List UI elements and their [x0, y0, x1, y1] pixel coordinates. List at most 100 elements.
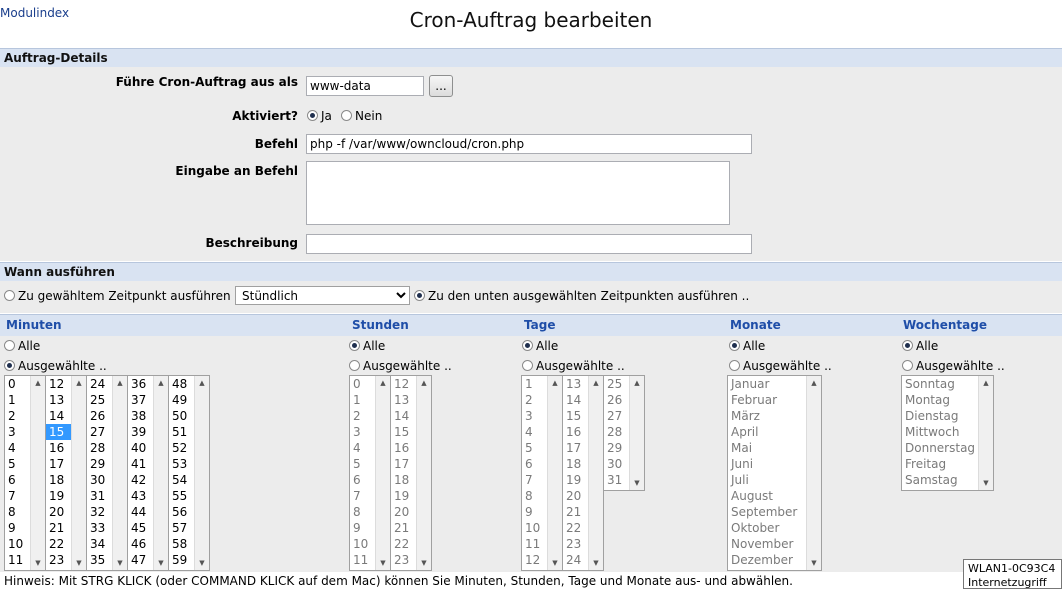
minutes-option[interactable]: 9 [5, 520, 30, 536]
days-option[interactable]: 22 [563, 520, 588, 536]
minutes-scrollbar[interactable]: ▲ ▼ [112, 376, 127, 570]
hours-option[interactable]: 14 [391, 408, 416, 424]
minutes-option[interactable]: 28 [87, 440, 112, 456]
weekdays-option[interactable]: Montag [902, 392, 978, 408]
minutes-option[interactable]: 31 [87, 488, 112, 504]
scroll-down-arrow-icon[interactable]: ▼ [154, 556, 168, 570]
minutes-option[interactable]: 3 [5, 424, 30, 440]
days-option[interactable]: 8 [522, 488, 547, 504]
minutes-option[interactable]: 33 [87, 520, 112, 536]
months-option[interactable]: April [728, 424, 806, 440]
minutes-option[interactable]: 21 [46, 520, 71, 536]
hours-selected-option[interactable]: Ausgewählte .. [349, 359, 452, 373]
hours-all-option[interactable]: Alle [349, 339, 385, 353]
days-option[interactable]: 4 [522, 424, 547, 440]
minutes-option[interactable]: 58 [169, 536, 194, 552]
minutes-option[interactable]: 14 [46, 408, 71, 424]
minutes-option[interactable]: 2 [5, 408, 30, 424]
hours-option[interactable]: 23 [391, 552, 416, 568]
minutes-option[interactable]: 34 [87, 536, 112, 552]
scroll-up-arrow-icon[interactable]: ▲ [807, 376, 821, 390]
scroll-down-arrow-icon[interactable]: ▼ [113, 556, 127, 570]
minutes-option[interactable]: 36 [128, 376, 153, 392]
selected-times-option[interactable]: Zu den unten ausgewählten Zeitpunkten au… [414, 289, 749, 303]
hours-selected-radio[interactable] [349, 360, 360, 371]
days-option[interactable]: 20 [563, 488, 588, 504]
weekdays-all-radio[interactable] [902, 340, 913, 351]
minutes-option[interactable]: 22 [46, 536, 71, 552]
scroll-up-arrow-icon[interactable]: ▲ [31, 376, 45, 390]
minutes-option[interactable]: 32 [87, 504, 112, 520]
days-scrollbar[interactable]: ▲ ▼ [547, 376, 562, 570]
days-listbox-1[interactable]: 1 2 3 4 5 6 7 8 9 10 11 12 ▲ ▼ [521, 375, 563, 571]
minutes-option[interactable]: 12 [46, 376, 71, 392]
minutes-option[interactable]: 11 [5, 552, 30, 568]
days-option[interactable]: 7 [522, 472, 547, 488]
minutes-option[interactable]: 24 [87, 376, 112, 392]
hours-option[interactable]: 3 [350, 424, 375, 440]
weekdays-option[interactable]: Freitag [902, 456, 978, 472]
active-yes-radio[interactable] [307, 110, 318, 121]
scroll-down-arrow-icon[interactable]: ▼ [72, 556, 86, 570]
minutes-listbox-4[interactable]: 36 37 38 39 40 41 42 43 44 45 46 47 ▲ ▼ [127, 375, 169, 571]
hours-option[interactable]: 15 [391, 424, 416, 440]
minutes-listbox-3[interactable]: 24 25 26 27 28 29 30 31 32 33 34 35 ▲ ▼ [86, 375, 128, 571]
days-selected-option[interactable]: Ausgewählte .. [522, 359, 625, 373]
scroll-up-arrow-icon[interactable]: ▲ [376, 376, 390, 390]
minutes-option[interactable]: 38 [128, 408, 153, 424]
active-no-radio[interactable] [341, 110, 352, 121]
selected-times-radio[interactable] [414, 290, 425, 301]
minutes-option[interactable]: 57 [169, 520, 194, 536]
scroll-down-arrow-icon[interactable]: ▼ [376, 556, 390, 570]
months-option[interactable]: Juni [728, 456, 806, 472]
minutes-option[interactable]: 8 [5, 504, 30, 520]
days-option[interactable]: 6 [522, 456, 547, 472]
days-option[interactable]: 11 [522, 536, 547, 552]
days-option[interactable]: 9 [522, 504, 547, 520]
minutes-option[interactable]: 49 [169, 392, 194, 408]
months-all-option[interactable]: Alle [729, 339, 765, 353]
days-all-option[interactable]: Alle [522, 339, 558, 353]
minutes-option[interactable]: 26 [87, 408, 112, 424]
days-option[interactable]: 16 [563, 424, 588, 440]
days-option[interactable]: 19 [563, 472, 588, 488]
days-option[interactable]: 31 [604, 472, 629, 488]
weekdays-option[interactable]: Samstag [902, 472, 978, 488]
scroll-down-arrow-icon[interactable]: ▼ [548, 556, 562, 570]
hours-option[interactable]: 16 [391, 440, 416, 456]
minutes-scrollbar[interactable]: ▲ ▼ [194, 376, 209, 570]
weekdays-selected-option[interactable]: Ausgewählte .. [902, 359, 1005, 373]
minutes-selected-option[interactable]: Ausgewählte .. [4, 359, 107, 373]
months-option[interactable]: Dezember [728, 552, 806, 568]
minutes-option[interactable]: 20 [46, 504, 71, 520]
hours-option[interactable]: 20 [391, 504, 416, 520]
command-input[interactable] [306, 134, 752, 154]
months-option[interactable]: Februar [728, 392, 806, 408]
hours-option[interactable]: 21 [391, 520, 416, 536]
weekdays-option[interactable]: Dienstag [902, 408, 978, 424]
minutes-option[interactable]: 25 [87, 392, 112, 408]
description-input[interactable] [306, 234, 752, 254]
minutes-option[interactable]: 16 [46, 440, 71, 456]
hours-option[interactable]: 4 [350, 440, 375, 456]
hours-option[interactable]: 11 [350, 552, 375, 568]
minutes-option[interactable]: 41 [128, 456, 153, 472]
days-option[interactable]: 13 [563, 376, 588, 392]
weekdays-option[interactable]: Donnerstag [902, 440, 978, 456]
scroll-up-arrow-icon[interactable]: ▲ [548, 376, 562, 390]
minutes-option[interactable]: 27 [87, 424, 112, 440]
hours-option[interactable]: 10 [350, 536, 375, 552]
weekdays-listbox-1[interactable]: Sonntag Montag Dienstag Mittwoch Donnerstag F… [901, 375, 994, 491]
browse-user-button[interactable]: ... [429, 75, 453, 97]
minutes-option[interactable]: 55 [169, 488, 194, 504]
months-option[interactable]: Oktober [728, 520, 806, 536]
minutes-option[interactable]: 51 [169, 424, 194, 440]
days-option[interactable]: 30 [604, 456, 629, 472]
minutes-option[interactable]: 23 [46, 552, 71, 568]
weekdays-scrollbar[interactable]: ▲ ▼ [978, 376, 993, 490]
days-option[interactable]: 12 [522, 552, 547, 568]
minutes-option[interactable]: 54 [169, 472, 194, 488]
minutes-option[interactable]: 40 [128, 440, 153, 456]
days-option[interactable]: 27 [604, 408, 629, 424]
weekdays-all-option[interactable]: Alle [902, 339, 938, 353]
